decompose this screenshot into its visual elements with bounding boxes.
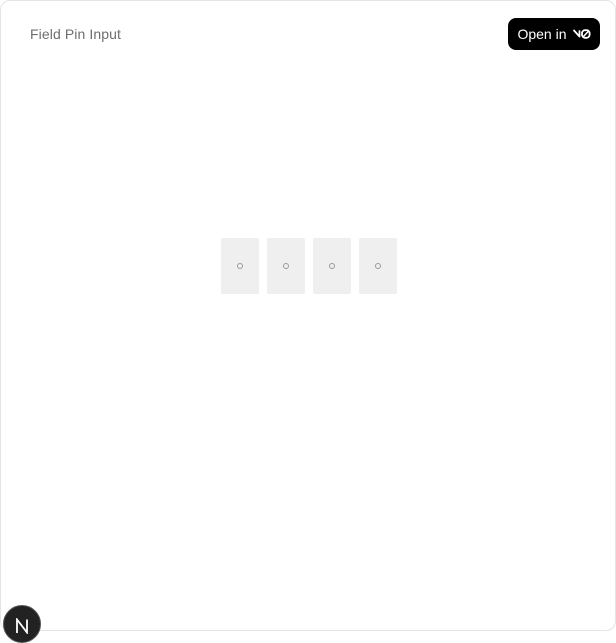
page-title: Field Pin Input	[30, 26, 121, 42]
v0-logo-icon	[572, 29, 591, 39]
pin-slot-1[interactable]	[221, 238, 259, 294]
pin-placeholder-dot	[237, 263, 243, 269]
preview-frame: Field Pin Input Open in	[0, 0, 616, 631]
pin-input-group	[221, 238, 397, 294]
pin-slot-4[interactable]	[359, 238, 397, 294]
pin-placeholder-dot	[329, 263, 335, 269]
nextjs-logo-icon	[16, 618, 28, 634]
pin-placeholder-dot	[283, 263, 289, 269]
open-button-label: Open in	[517, 26, 567, 42]
nextjs-dev-badge[interactable]	[3, 605, 41, 643]
pin-placeholder-dot	[375, 263, 381, 269]
pin-slot-2[interactable]	[267, 238, 305, 294]
pin-slot-3[interactable]	[313, 238, 351, 294]
open-in-v0-button[interactable]: Open in	[508, 18, 600, 50]
